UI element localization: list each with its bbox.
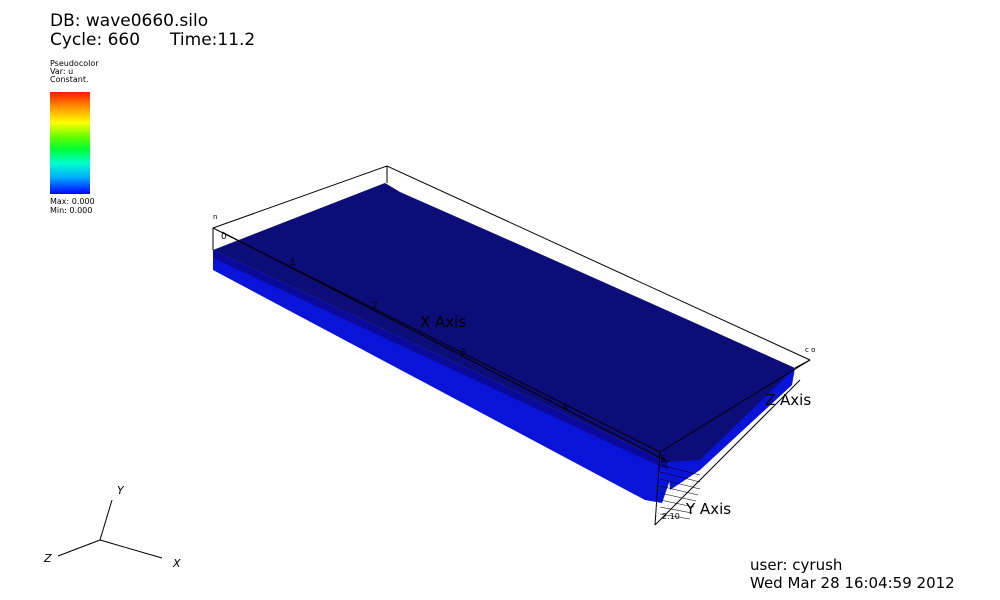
x-axis-title: X Axis xyxy=(420,313,466,331)
orientation-triad xyxy=(57,499,163,559)
triad-x-label: X xyxy=(172,557,181,570)
z-axis-title: Z Axis xyxy=(765,391,811,409)
triad-z-label: Z xyxy=(43,552,52,565)
y-axis-title: Y Axis xyxy=(685,500,731,518)
x-tick-label: 4 xyxy=(562,403,568,413)
render-viewport[interactable]: 0 1 2 3 4 5 2.10 X Axis Z Axis Y Axis n … xyxy=(0,0,1000,600)
x-tick-label: 0 xyxy=(221,232,227,242)
date-label: Wed Mar 28 16:04:59 2012 xyxy=(750,574,955,592)
triad-y-label: Y xyxy=(117,484,125,497)
corner-label-right: c o xyxy=(805,346,815,354)
x-tick-label: 1 xyxy=(290,258,296,268)
x-tick-label: 2 xyxy=(372,301,378,311)
x-tick-label: 3 xyxy=(460,348,466,358)
y-tick-label: 2.10 xyxy=(662,512,680,521)
corner-label-left: n xyxy=(213,213,217,221)
x-tick-label: 5 xyxy=(660,455,666,465)
user-label: user: cyrush xyxy=(750,556,843,574)
